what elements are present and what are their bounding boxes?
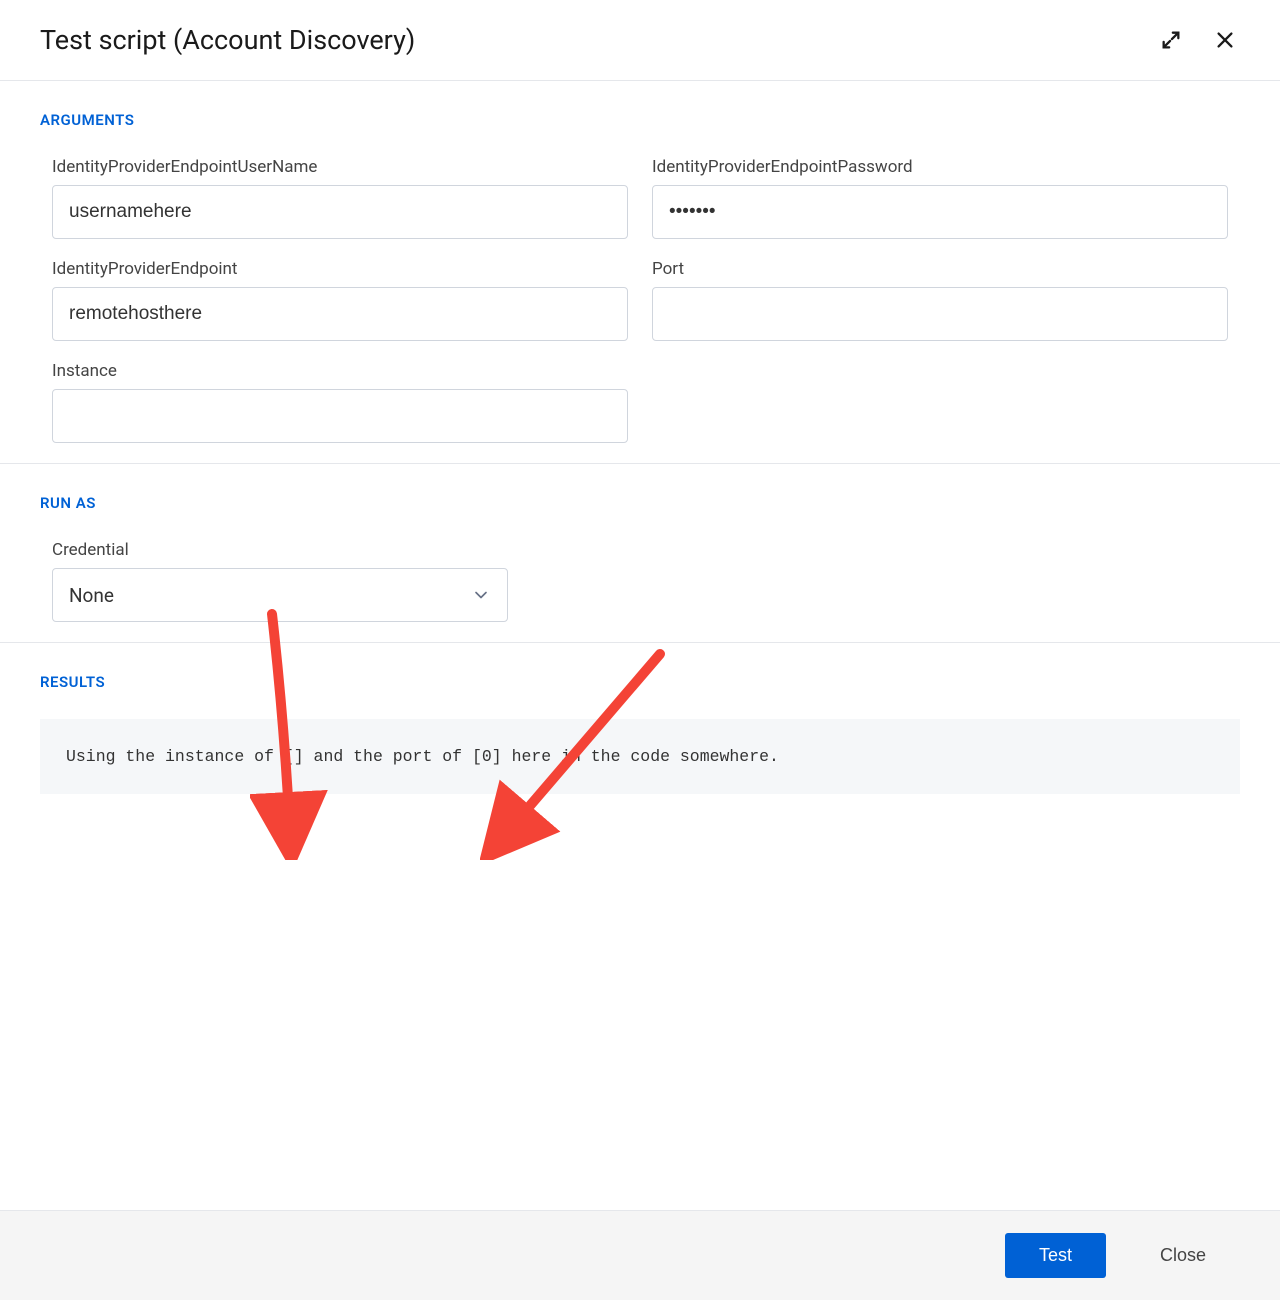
username-label: IdentityProviderEndpointUserName <box>52 157 628 177</box>
endpoint-group: IdentityProviderEndpoint <box>52 259 628 341</box>
test-script-dialog: Test script (Account Discovery) ARGUMENT… <box>0 0 1280 814</box>
close-button[interactable]: Close <box>1126 1233 1240 1278</box>
results-section: RESULTS Using the instance of [] and the… <box>0 643 1280 814</box>
credential-select[interactable]: None <box>52 568 508 622</box>
endpoint-label: IdentityProviderEndpoint <box>52 259 628 279</box>
instance-label: Instance <box>52 361 628 381</box>
port-group: Port <box>652 259 1228 341</box>
instance-input[interactable] <box>52 389 628 443</box>
dialog-title: Test script (Account Discovery) <box>40 24 415 56</box>
close-icon[interactable] <box>1210 25 1240 55</box>
dialog-header: Test script (Account Discovery) <box>0 0 1280 81</box>
credential-select-wrapper: None <box>52 568 508 622</box>
port-input[interactable] <box>652 287 1228 341</box>
results-section-title: RESULTS <box>40 673 1240 691</box>
password-label: IdentityProviderEndpointPassword <box>652 157 1228 177</box>
runas-section-title: RUN AS <box>40 494 1240 512</box>
dialog-header-actions <box>1156 25 1240 55</box>
runas-section: RUN AS Credential None <box>0 464 1280 642</box>
arguments-section: ARGUMENTS IdentityProviderEndpointUserNa… <box>0 81 1280 463</box>
expand-icon[interactable] <box>1156 25 1186 55</box>
username-group: IdentityProviderEndpointUserName <box>52 157 628 239</box>
username-input[interactable] <box>52 185 628 239</box>
credential-value: None <box>69 584 114 607</box>
password-group: IdentityProviderEndpointPassword <box>652 157 1228 239</box>
password-input[interactable] <box>652 185 1228 239</box>
endpoint-input[interactable] <box>52 287 628 341</box>
chevron-down-icon <box>471 585 491 605</box>
credential-label: Credential <box>52 540 508 560</box>
arguments-section-title: ARGUMENTS <box>40 111 1240 129</box>
instance-group: Instance <box>52 361 628 443</box>
port-label: Port <box>652 259 1228 279</box>
results-output: Using the instance of [] and the port of… <box>40 719 1240 794</box>
test-button[interactable]: Test <box>1005 1233 1106 1278</box>
arguments-form: IdentityProviderEndpointUserName Identit… <box>40 157 1240 443</box>
credential-group: Credential None <box>40 540 520 622</box>
dialog-footer: Test Close <box>0 1210 1280 1300</box>
